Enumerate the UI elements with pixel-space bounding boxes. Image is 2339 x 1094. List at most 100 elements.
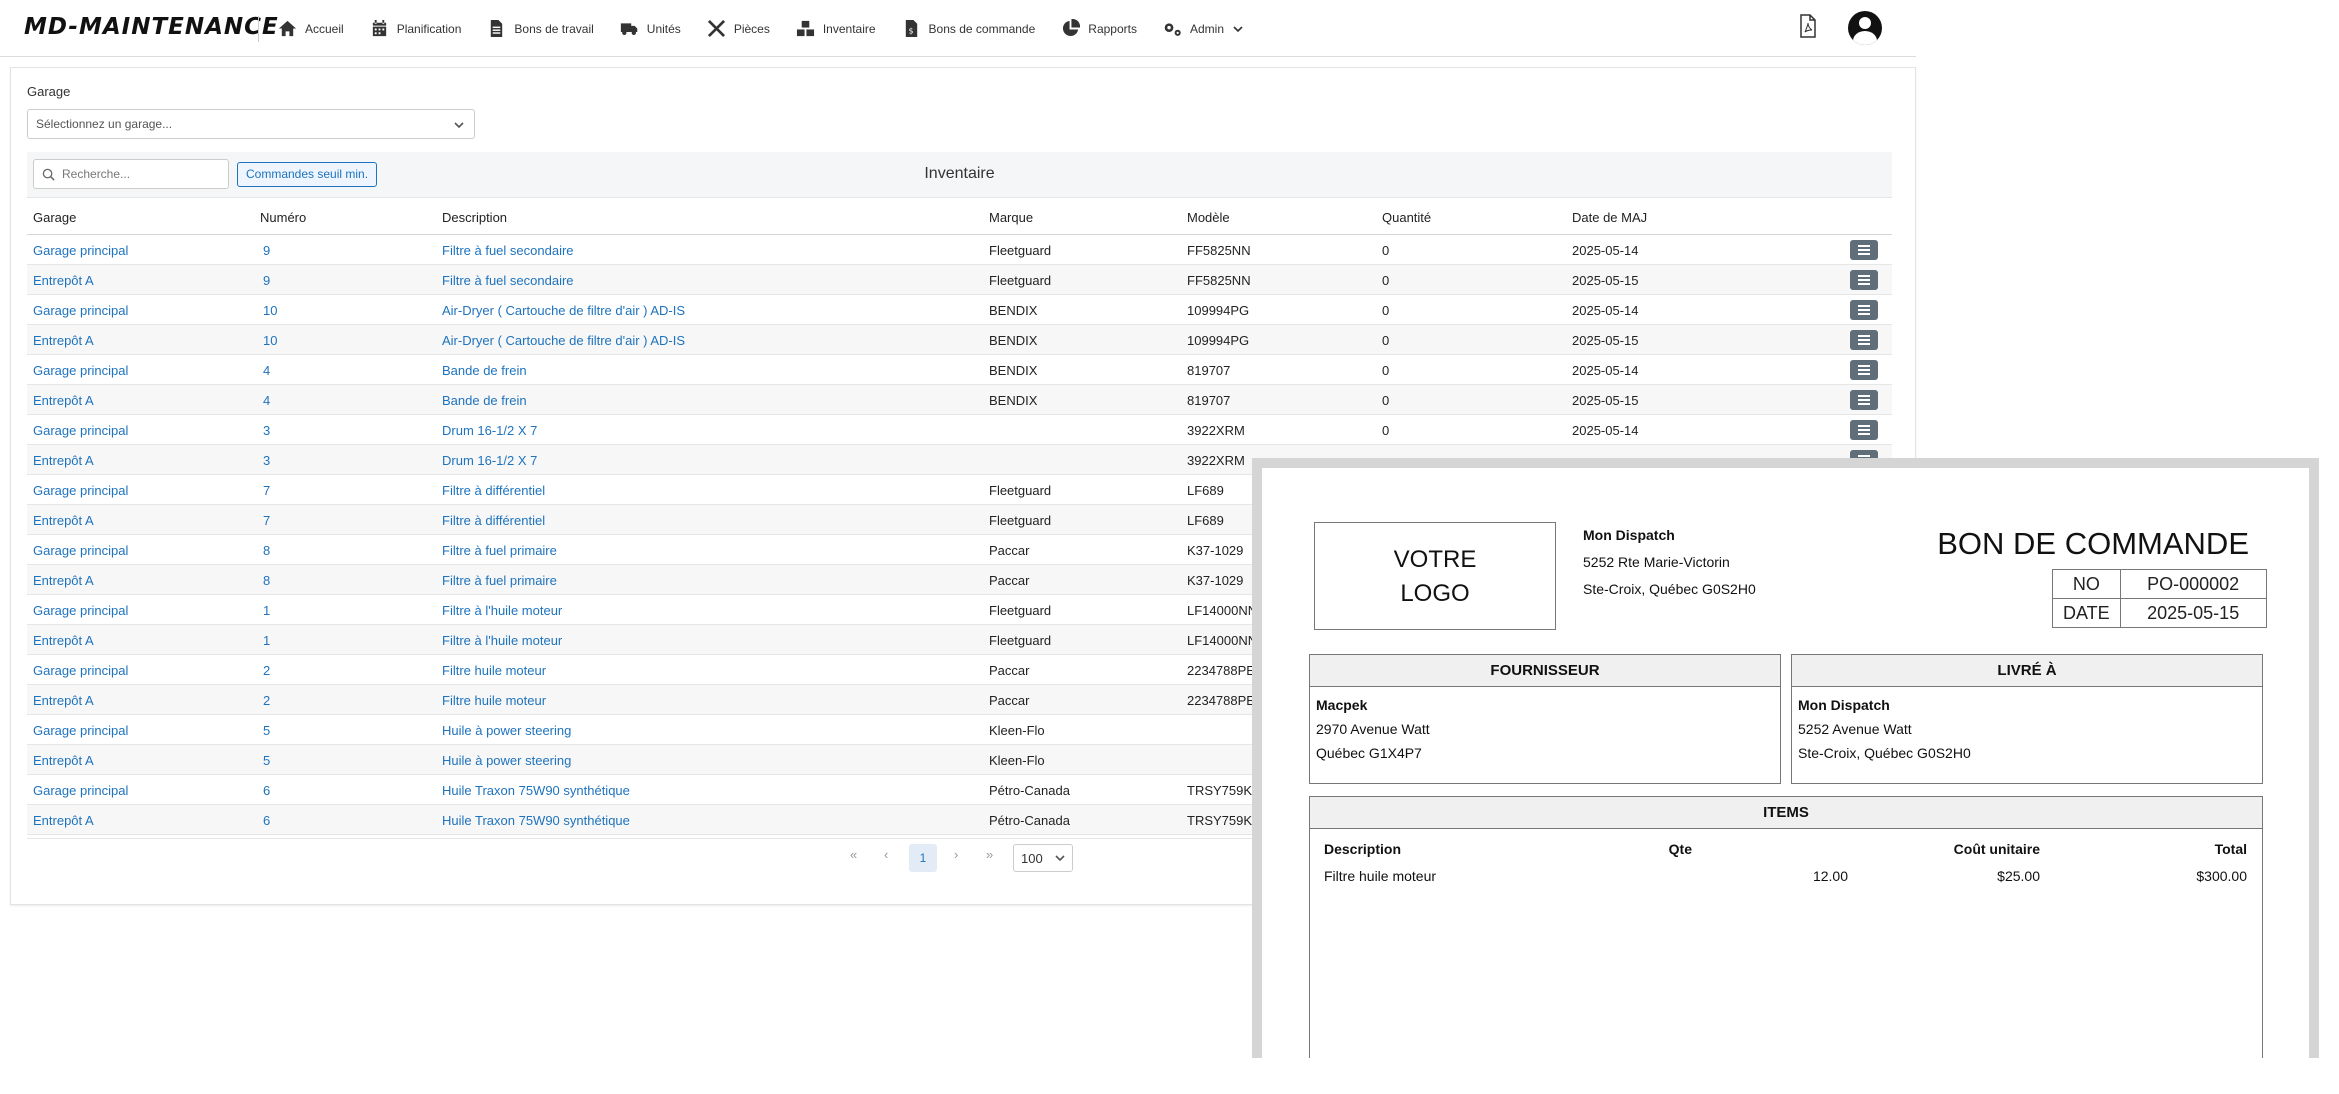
row-menu-button[interactable] [1850, 240, 1878, 260]
nav-item-pieces[interactable]: Pièces [707, 19, 770, 38]
cell-garage[interactable]: Entrepôt A [33, 333, 94, 348]
cell-description[interactable]: Filtre à fuel secondaire [442, 243, 574, 258]
cell-description[interactable]: Filtre à fuel secondaire [442, 273, 574, 288]
nav-item-admin[interactable]: Admin [1163, 19, 1244, 38]
cell-description[interactable]: Bande de frein [442, 393, 527, 408]
cell-garage[interactable]: Garage principal [33, 243, 128, 258]
cell-garage[interactable]: Garage principal [33, 363, 128, 378]
cell-numero[interactable]: 5 [263, 723, 270, 738]
nav-item-accueil[interactable]: Accueil [278, 19, 344, 38]
cell-numero[interactable]: 2 [263, 693, 270, 708]
page-size-select[interactable]: 100 [1013, 844, 1073, 872]
cell-numero[interactable]: 2 [263, 663, 270, 678]
user-avatar-icon[interactable] [1848, 11, 1882, 45]
last-page-button[interactable]: » [986, 847, 993, 862]
row-menu-button[interactable] [1850, 360, 1878, 380]
cell-description[interactable]: Huile Traxon 75W90 synthétique [442, 813, 630, 828]
cell-numero[interactable]: 4 [263, 393, 270, 408]
cell-garage[interactable]: Garage principal [33, 603, 128, 618]
row-menu-button[interactable] [1850, 420, 1878, 440]
brand-logo[interactable]: MD-MAINTENANCE [24, 14, 279, 40]
garage-select[interactable]: Sélectionnez un garage... [27, 109, 475, 139]
cell-garage[interactable]: Entrepôt A [33, 693, 94, 708]
nav-item-inventaire[interactable]: Inventaire [796, 19, 876, 38]
column-header-date-maj[interactable]: Date de MAJ [1572, 198, 1647, 235]
cell-description[interactable]: Filtre à l'huile moteur [442, 603, 562, 618]
cell-garage[interactable]: Garage principal [33, 783, 128, 798]
first-page-button[interactable]: « [850, 847, 857, 862]
cell-garage[interactable]: Entrepôt A [33, 513, 94, 528]
column-header-description[interactable]: Description [442, 198, 507, 235]
cell-numero[interactable]: 8 [263, 573, 270, 588]
cell-garage[interactable]: Garage principal [33, 723, 128, 738]
cell-description[interactable]: Drum 16-1/2 X 7 [442, 453, 537, 468]
cell-garage[interactable]: Garage principal [33, 663, 128, 678]
cell-garage[interactable]: Entrepôt A [33, 753, 94, 768]
cell-description[interactable]: Filtre à différentiel [442, 483, 545, 498]
cell-description[interactable]: Filtre à l'huile moteur [442, 633, 562, 648]
table-row[interactable]: Garage principal 9 Filtre à fuel secondair… [27, 235, 1892, 265]
cell-numero[interactable]: 7 [263, 513, 270, 528]
cell-numero[interactable]: 9 [263, 243, 270, 258]
cell-garage[interactable]: Entrepôt A [33, 273, 94, 288]
cell-numero[interactable]: 10 [263, 333, 277, 348]
cell-garage[interactable]: Entrepôt A [33, 813, 94, 828]
table-row[interactable]: Garage principal 4 Bande de frein BENDIX 819… [27, 355, 1892, 385]
cell-numero[interactable]: 7 [263, 483, 270, 498]
next-page-button[interactable]: › [954, 847, 958, 862]
nav-item-rapports[interactable]: Rapports [1061, 19, 1137, 38]
cell-garage[interactable]: Entrepôt A [33, 573, 94, 588]
column-header-numero[interactable]: Numéro [260, 198, 306, 235]
cell-description[interactable]: Filtre à fuel primaire [442, 573, 557, 588]
table-row[interactable]: Entrepôt A 4 Bande de frein BENDIX 819707 0 20… [27, 385, 1892, 415]
cell-numero[interactable]: 1 [263, 633, 270, 648]
nav-item-bons-de-travail[interactable]: Bons de travail [487, 19, 594, 38]
cell-garage[interactable]: Entrepôt A [33, 633, 94, 648]
cell-description[interactable]: Huile Traxon 75W90 synthétique [442, 783, 630, 798]
cell-numero[interactable]: 1 [263, 603, 270, 618]
table-row[interactable]: Garage principal 10 Air-Dryer ( Cartouche … [27, 295, 1892, 325]
cell-garage[interactable]: Garage principal [33, 303, 128, 318]
cell-description[interactable]: Filtre huile moteur [442, 663, 546, 678]
nav-item-planification[interactable]: Planification [370, 19, 461, 38]
cell-description[interactable]: Huile à power steering [442, 753, 571, 768]
cell-garage[interactable]: Garage principal [33, 543, 128, 558]
search-input[interactable]: Recherche... [33, 159, 229, 189]
current-page-button[interactable]: 1 [909, 844, 937, 872]
column-header-marque[interactable]: Marque [989, 198, 1033, 235]
min-threshold-orders-button[interactable]: Commandes seuil min. [237, 162, 378, 187]
cell-numero[interactable]: 4 [263, 363, 270, 378]
cell-numero[interactable]: 9 [263, 273, 270, 288]
cell-description[interactable]: Filtre huile moteur [442, 693, 546, 708]
row-menu-button[interactable] [1850, 270, 1878, 290]
column-header-modele[interactable]: Modèle [1187, 198, 1230, 235]
column-header-quantite[interactable]: Quantité [1382, 198, 1431, 235]
cell-numero[interactable]: 3 [263, 423, 270, 438]
cell-numero[interactable]: 6 [263, 783, 270, 798]
row-menu-button[interactable] [1850, 330, 1878, 350]
row-menu-button[interactable] [1850, 300, 1878, 320]
cell-garage[interactable]: Entrepôt A [33, 393, 94, 408]
cell-garage[interactable]: Entrepôt A [33, 453, 94, 468]
cell-numero[interactable]: 3 [263, 453, 270, 468]
table-row[interactable]: Garage principal 3 Drum 16-1/2 X 7 3922XRM 0… [27, 415, 1892, 445]
cell-description[interactable]: Filtre à différentiel [442, 513, 545, 528]
table-row[interactable]: Entrepôt A 10 Air-Dryer ( Cartouche de fil… [27, 325, 1892, 355]
cell-numero[interactable]: 5 [263, 753, 270, 768]
cell-description[interactable]: Air-Dryer ( Cartouche de filtre d'air ) … [442, 303, 685, 318]
cell-numero[interactable]: 10 [263, 303, 277, 318]
cell-description[interactable]: Air-Dryer ( Cartouche de filtre d'air ) … [442, 333, 685, 348]
cell-numero[interactable]: 6 [263, 813, 270, 828]
pdf-export-button[interactable] [1798, 13, 1818, 43]
cell-garage[interactable]: Garage principal [33, 483, 128, 498]
table-row[interactable]: Entrepôt A 9 Filtre à fuel secondaire Fleet… [27, 265, 1892, 295]
cell-garage[interactable]: Garage principal [33, 423, 128, 438]
cell-numero[interactable]: 8 [263, 543, 270, 558]
column-header-garage[interactable]: Garage [33, 198, 76, 235]
prev-page-button[interactable]: ‹ [884, 847, 888, 862]
cell-description[interactable]: Drum 16-1/2 X 7 [442, 423, 537, 438]
cell-description[interactable]: Huile à power steering [442, 723, 571, 738]
nav-item-unites[interactable]: Unités [620, 19, 681, 38]
cell-description[interactable]: Bande de frein [442, 363, 527, 378]
nav-item-bons-de-commande[interactable]: $ Bons de commande [902, 19, 1035, 38]
